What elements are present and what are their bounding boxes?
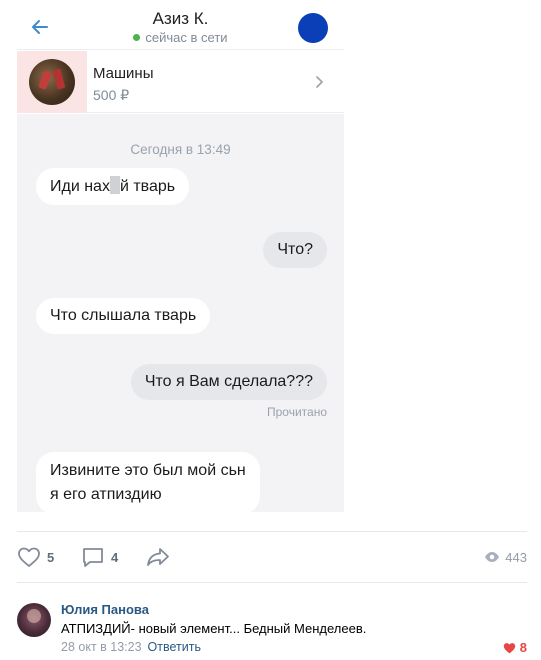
reply-button[interactable]: Ответить	[148, 640, 201, 654]
comment-like-count: 8	[519, 640, 527, 655]
divider	[17, 531, 527, 532]
product-image	[29, 59, 75, 105]
chat-screenshot: Азиз К. сейчас в сети Машины 500 ₽ Сегод…	[17, 0, 344, 512]
message-incoming[interactable]: Иди нах й тварь	[36, 168, 190, 205]
message-list: Сегодня в 13:49 Иди нах й тварь Что? Что …	[17, 114, 344, 512]
status-text: сейчас в сети	[145, 30, 228, 45]
message-text: Извините это был мой сьн	[50, 462, 246, 479]
message-text: й тварь	[119, 178, 176, 195]
share-icon	[147, 548, 169, 566]
chat-header: Азиз К. сейчас в сети	[17, 0, 344, 50]
contact-name: Азиз К.	[152, 9, 209, 28]
eye-icon	[485, 552, 500, 562]
like-count: 5	[47, 549, 55, 565]
views-count: 443	[505, 549, 527, 565]
views-counter: 443	[484, 540, 527, 574]
comment-meta: 28 окт в 13:23 Ответить	[61, 640, 201, 654]
online-dot-icon	[133, 34, 141, 41]
comment-like-button[interactable]: 8	[503, 640, 527, 655]
comment-count: 4	[111, 549, 119, 565]
chevron-right-icon	[316, 76, 323, 88]
message-incoming[interactable]: Что слышала тварь	[36, 298, 211, 334]
contact-avatar[interactable]	[298, 13, 328, 43]
message-incoming[interactable]: Извините это был мой сьн я его атпиздию	[36, 452, 260, 512]
heart-icon	[18, 547, 40, 567]
divider	[17, 582, 527, 583]
product-title: Машины	[93, 65, 154, 82]
product-thumbnail	[17, 51, 87, 113]
message-outgoing[interactable]: Что я Вам сделала???	[130, 364, 327, 400]
comment-author[interactable]: Юлия Панова	[61, 602, 149, 617]
comment-text: АТПИЗДИЙ- новый элемент... Бедный Мендел…	[61, 621, 367, 636]
product-card[interactable]: Машины 500 ₽	[17, 51, 344, 113]
comment-button[interactable]: 4	[81, 540, 118, 574]
like-button[interactable]: 5	[17, 540, 54, 574]
online-status: сейчас в сети	[17, 30, 344, 45]
read-status: Прочитано	[267, 405, 327, 419]
message-text: Что слышала тварь	[50, 307, 197, 324]
product-price: 500 ₽	[93, 87, 130, 103]
message-text: я его атпиздию	[50, 486, 162, 503]
heart-filled-icon	[503, 642, 515, 653]
comment-avatar[interactable]	[17, 603, 51, 637]
share-button[interactable]	[145, 540, 171, 574]
message-outgoing[interactable]: Что?	[263, 232, 327, 268]
comment-time[interactable]: 28 окт в 13:23	[61, 640, 142, 654]
message-text: Что я Вам сделала???	[144, 373, 313, 390]
post-actions: 5 4 443	[17, 540, 527, 574]
censor-mark	[109, 176, 120, 194]
comment: Юлия Панова АТПИЗДИЙ- новый элемент... Б…	[17, 597, 527, 657]
comment-icon	[83, 548, 103, 567]
message-text: Иди нах	[50, 178, 110, 195]
message-text: Что?	[277, 241, 313, 258]
date-separator: Сегодня в 13:49	[130, 142, 231, 157]
